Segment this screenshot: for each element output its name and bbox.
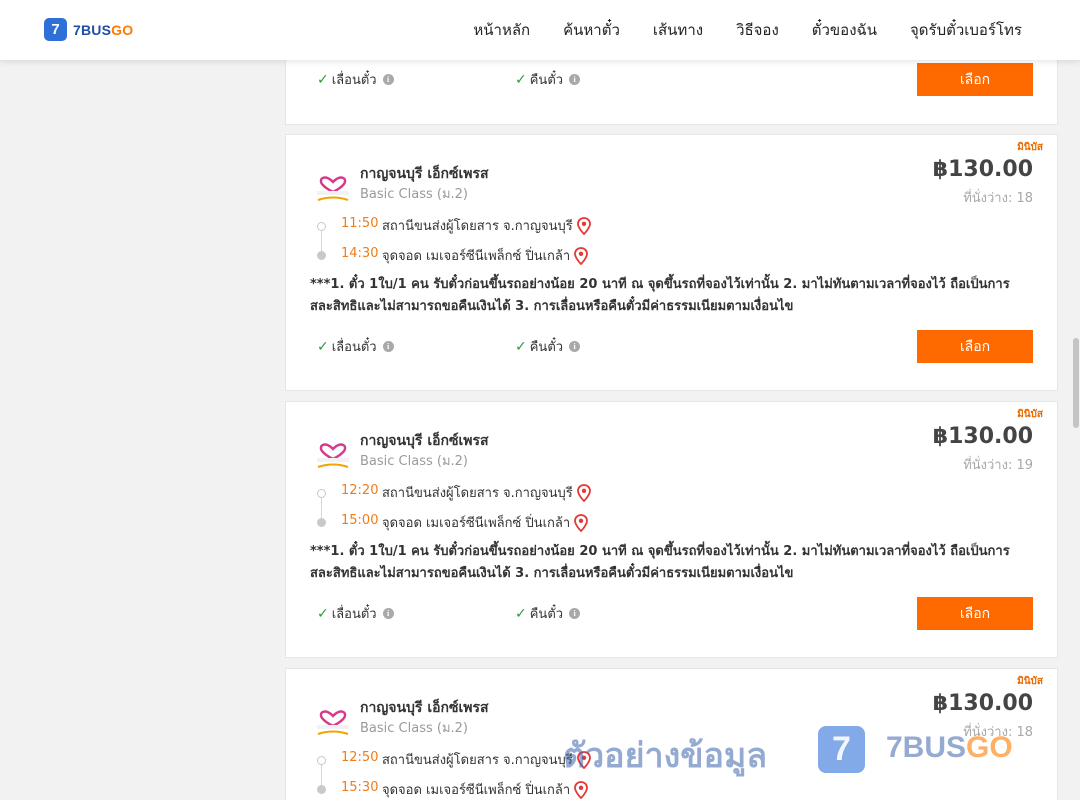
- trip-price: ฿130.00: [932, 157, 1033, 182]
- seats-available: ที่นั่งว่าง: 18: [963, 191, 1033, 206]
- nav-search-ticket[interactable]: ค้นหาตั๋ว: [563, 18, 620, 42]
- feature-reschedule: ✓ เลื่อนตั๋ว i: [317, 336, 394, 357]
- logo-text: 7BUSGO: [73, 21, 134, 38]
- info-icon[interactable]: i: [569, 74, 581, 85]
- map-pin-icon[interactable]: [576, 483, 591, 502]
- arrival-place: จุดจอด เมเจอร์ซีนีเพล็กซ์ ปิ่นเกล้า: [382, 779, 589, 800]
- check-icon: ✓: [317, 71, 329, 88]
- operator-name: กาญจนบุรี เอ็กซ์เพรส: [360, 433, 489, 449]
- feature-reschedule: ✓ เลื่อนตั๋ว i: [317, 69, 394, 90]
- feature-refund: ✓ คืนตั๋ว i: [515, 336, 581, 357]
- arrival-dot-icon: [317, 251, 326, 260]
- main-nav: หน้าหลัก ค้นหาตั๋ว เส้นทาง วิธีจอง ตั๋วข…: [473, 0, 1022, 60]
- arrival-time: 14:30: [341, 246, 379, 261]
- nav-routes[interactable]: เส้นทาง: [653, 18, 703, 42]
- arrival-place: จุดจอด เมเจอร์ซีนีเพล็กซ์ ปิ่นเกล้า: [382, 512, 589, 533]
- scrollbar-thumb[interactable]: [1073, 338, 1079, 428]
- departure-place: สถานีขนส่งผู้โดยสาร จ.กาญจนบุรี: [382, 749, 591, 770]
- bus-class: Basic Class (ม.2): [360, 454, 468, 469]
- departure-time: 11:50: [341, 216, 379, 231]
- bus-class: Basic Class (ม.2): [360, 721, 468, 736]
- top-header: 7 7BUSGO หน้าหลัก ค้นหาตั๋ว เส้นทาง วิธี…: [0, 0, 1080, 60]
- departure-time: 12:50: [341, 750, 379, 765]
- info-icon[interactable]: i: [382, 608, 394, 619]
- info-icon[interactable]: i: [382, 74, 394, 85]
- departure-dot-icon: [317, 222, 326, 231]
- nav-pickup-points[interactable]: จุดรับตั๋วเบอร์โทร: [910, 18, 1022, 42]
- seats-available: ที่นั่งว่าง: 19: [963, 458, 1033, 473]
- info-icon[interactable]: i: [569, 608, 581, 619]
- operator-logo-icon: [317, 443, 349, 468]
- feature-refund: ✓ คืนตั๋ว i: [515, 603, 581, 624]
- select-button[interactable]: เลือก: [917, 330, 1033, 363]
- trip-price: ฿130.00: [932, 691, 1033, 716]
- trip-card: มินิบัส กาญจนบุรี เอ็กซ์เพรส Basic Class…: [285, 134, 1058, 391]
- operator-logo-icon: [317, 710, 349, 735]
- departure-dot-icon: [317, 756, 326, 765]
- watermark-logo-icon: 7: [818, 726, 865, 773]
- info-icon[interactable]: i: [382, 341, 394, 352]
- departure-place: สถานีขนส่งผู้โดยสาร จ.กาญจนบุรี: [382, 482, 591, 503]
- nav-my-tickets[interactable]: ตั๋วของฉัน: [812, 18, 877, 42]
- departure-place: สถานีขนส่งผู้โดยสาร จ.กาญจนบุรี: [382, 215, 591, 236]
- operator-logo-icon: [317, 176, 349, 201]
- trip-card: มินิบัส กาญจนบุรี เอ็กซ์เพรส Basic Class…: [285, 401, 1058, 658]
- watermark-brand: 7BUSGO: [886, 731, 1013, 764]
- bus-class: Basic Class (ม.2): [360, 187, 468, 202]
- trip-price: ฿130.00: [932, 424, 1033, 449]
- logo-badge-icon: 7: [44, 18, 67, 41]
- operator-name: กาญจนบุรี เอ็กซ์เพรส: [360, 166, 489, 182]
- arrival-dot-icon: [317, 785, 326, 794]
- check-icon: ✓: [317, 338, 329, 355]
- trip-note: ***1. ตั๋ว 1ใบ/1 คน รับตั๋วก่อนขึ้นรถอย่…: [310, 544, 1010, 581]
- feature-reschedule: ✓ เลื่อนตั๋ว i: [317, 603, 394, 624]
- departure-dot-icon: [317, 489, 326, 498]
- page-scrollbar[interactable]: [1072, 60, 1080, 800]
- select-button[interactable]: เลือก: [917, 597, 1033, 630]
- map-pin-icon[interactable]: [574, 780, 589, 799]
- departure-time: 12:20: [341, 483, 379, 498]
- arrival-time: 15:00: [341, 513, 379, 528]
- nav-home[interactable]: หน้าหลัก: [473, 18, 530, 42]
- check-icon: ✓: [317, 605, 329, 622]
- feature-refund: ✓ คืนตั๋ว i: [515, 69, 581, 90]
- map-pin-icon[interactable]: [574, 246, 589, 265]
- arrival-time: 15:30: [341, 780, 379, 795]
- trip-note: ***1. ตั๋ว 1ใบ/1 คน รับตั๋วก่อนขึ้นรถอย่…: [310, 277, 1010, 314]
- check-icon: ✓: [515, 338, 527, 355]
- arrival-dot-icon: [317, 518, 326, 527]
- nav-how-to-book[interactable]: วิธีจอง: [736, 18, 779, 42]
- brand-logo[interactable]: 7 7BUSGO: [44, 18, 133, 41]
- map-pin-icon[interactable]: [576, 216, 591, 235]
- map-pin-icon[interactable]: [574, 513, 589, 532]
- check-icon: ✓: [515, 71, 527, 88]
- vehicle-type-tag: มินิบัส: [1017, 142, 1043, 153]
- vehicle-type-tag: มินิบัส: [1017, 409, 1043, 420]
- check-icon: ✓: [515, 605, 527, 622]
- sample-data-watermark: ตัวอย่างข้อมูล: [563, 736, 768, 776]
- vehicle-type-tag: มินิบัส: [1017, 676, 1043, 687]
- operator-name: กาญจนบุรี เอ็กซ์เพรส: [360, 700, 489, 716]
- arrival-place: จุดจอด เมเจอร์ซีนีเพล็กซ์ ปิ่นเกล้า: [382, 245, 589, 266]
- select-button[interactable]: เลือก: [917, 63, 1033, 96]
- info-icon[interactable]: i: [569, 341, 581, 352]
